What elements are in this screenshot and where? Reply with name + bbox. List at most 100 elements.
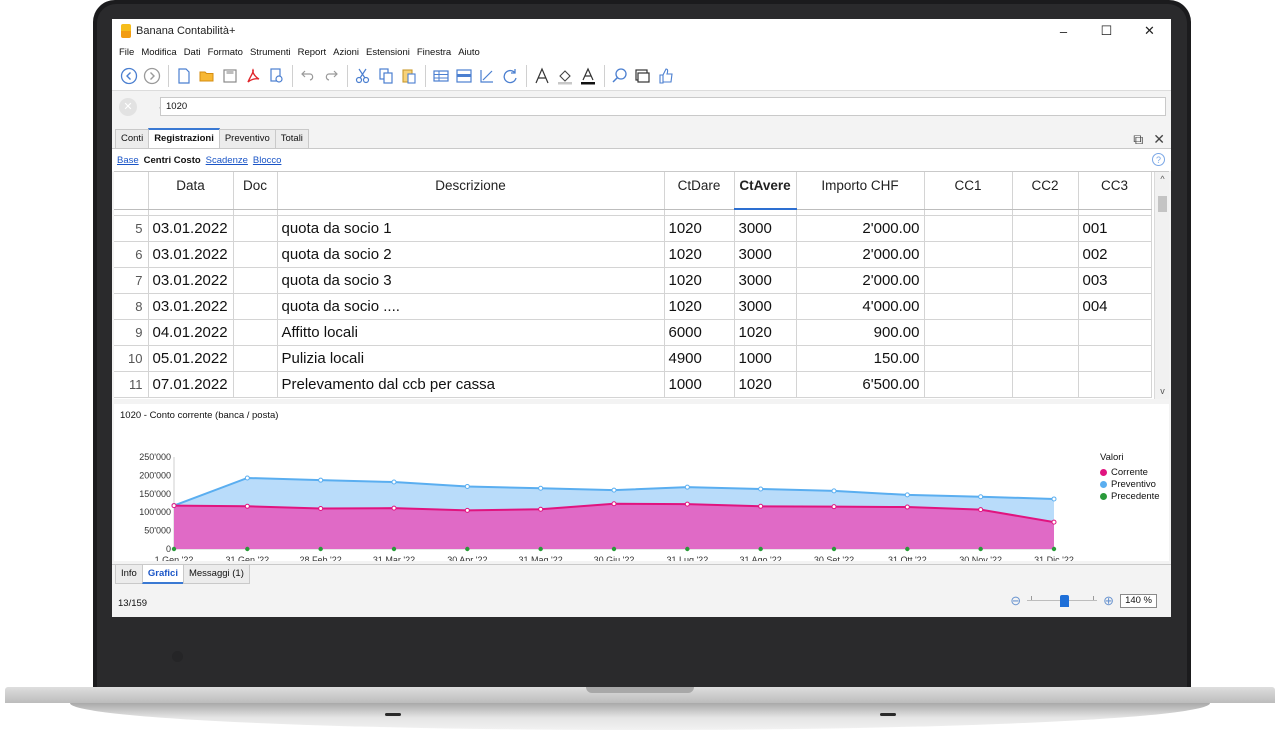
undo-icon[interactable]	[297, 65, 319, 87]
minimize-button[interactable]: –	[1042, 19, 1085, 43]
cell-ctavere[interactable]: 1020	[734, 371, 797, 398]
pdf-icon[interactable]	[242, 65, 264, 87]
cell-data[interactable]: 05.01.2022	[148, 345, 234, 372]
cell-cc3[interactable]: 004	[1078, 293, 1152, 320]
col-ctdare[interactable]: CtDare	[664, 172, 735, 210]
undock-icon[interactable]: ⧉	[1133, 131, 1143, 148]
cell-cc3[interactable]	[1078, 371, 1152, 398]
close-tab-icon[interactable]: ✕	[1153, 131, 1165, 148]
cell-cc1[interactable]	[924, 345, 1013, 372]
view-blocco[interactable]: Blocco	[253, 155, 282, 166]
cell-doc[interactable]	[233, 215, 278, 242]
text-color-icon[interactable]	[577, 65, 599, 87]
cell-cc1[interactable]	[924, 319, 1013, 346]
menu-modifica[interactable]: Modifica	[141, 47, 176, 58]
cell-cc2[interactable]	[1012, 267, 1079, 294]
cell-descrizione[interactable]: quota da socio 2	[277, 241, 665, 268]
cell-cc2[interactable]	[1012, 215, 1079, 242]
cell-cc1[interactable]	[924, 241, 1013, 268]
tab-info[interactable]: Info	[115, 565, 143, 584]
new-file-icon[interactable]	[173, 65, 195, 87]
cell-cc1[interactable]	[924, 371, 1013, 398]
cell-data[interactable]: 03.01.2022	[148, 215, 234, 242]
redo-icon[interactable]	[320, 65, 342, 87]
cell-importo[interactable]: 4'000.00	[796, 293, 925, 320]
save-icon[interactable]	[219, 65, 241, 87]
cell-cc1[interactable]	[924, 215, 1013, 242]
cell-ctdare[interactable]: 1020	[664, 293, 735, 320]
edit-chart-icon[interactable]	[476, 65, 498, 87]
cell-cc2[interactable]	[1012, 293, 1079, 320]
tab-preventivo[interactable]: Preventivo	[218, 129, 276, 148]
zoom-in-icon[interactable]: ⊕	[1103, 593, 1114, 609]
cell-ctavere[interactable]: 3000	[734, 241, 797, 268]
cell-descrizione[interactable]: quota da socio 1	[277, 215, 665, 242]
col-row-number[interactable]	[114, 172, 149, 210]
cell-cc3[interactable]	[1078, 319, 1152, 346]
menu-finestra[interactable]: Finestra	[417, 47, 451, 58]
zoom-slider[interactable]	[1027, 594, 1098, 608]
view-centri-costo[interactable]: Centri Costo	[144, 155, 201, 166]
col-cc1[interactable]: CC1	[924, 172, 1013, 210]
cell-cc3[interactable]: 003	[1078, 267, 1152, 294]
table-row[interactable]: 11 07.01.2022 Prelevamento dal ccb per cas…	[114, 371, 1152, 398]
open-folder-icon[interactable]	[196, 65, 218, 87]
add-row-icon[interactable]	[430, 65, 452, 87]
tab-registrazioni[interactable]: Registrazioni	[148, 128, 220, 148]
cell-cc3[interactable]: 002	[1078, 241, 1152, 268]
cell-descrizione[interactable]: Affitto locali	[277, 319, 665, 346]
cell-doc[interactable]	[233, 319, 278, 346]
cell-data[interactable]: 03.01.2022	[148, 267, 234, 294]
menu-dati[interactable]: Dati	[184, 47, 201, 58]
cell-cc1[interactable]	[924, 293, 1013, 320]
menu-estensioni[interactable]: Estensioni	[366, 47, 410, 58]
cell-cc2[interactable]	[1012, 371, 1079, 398]
col-cc3[interactable]: CC3	[1078, 172, 1152, 210]
col-ctavere[interactable]: CtAvere	[734, 172, 797, 210]
menu-strumenti[interactable]: Strumenti	[250, 47, 291, 58]
fill-color-icon[interactable]	[554, 65, 576, 87]
col-cc2[interactable]: CC2	[1012, 172, 1079, 210]
search-icon[interactable]	[609, 65, 631, 87]
like-icon[interactable]	[655, 65, 677, 87]
menu-formato[interactable]: Formato	[208, 47, 243, 58]
copy-icon[interactable]	[375, 65, 397, 87]
cell-ctdare[interactable]: 1020	[664, 267, 735, 294]
tab-messaggi[interactable]: Messaggi (1)	[182, 565, 250, 584]
col-importo[interactable]: Importo CHF	[796, 172, 925, 210]
cell-ctdare[interactable]: 1020	[664, 215, 735, 242]
tab-totali[interactable]: Totali	[274, 129, 309, 148]
table-row[interactable]: 7 03.01.2022 quota da socio 3 1020 3000 2'000…	[114, 267, 1152, 294]
table-row[interactable]: 5 03.01.2022 quota da socio 1 1020 3000 2'000…	[114, 215, 1152, 242]
cell-ctavere[interactable]: 1000	[734, 345, 797, 372]
cell-importo[interactable]: 6'500.00	[796, 371, 925, 398]
cell-ctavere[interactable]: 3000	[734, 293, 797, 320]
cell-ctavere[interactable]: 1020	[734, 319, 797, 346]
cell-data[interactable]: 04.01.2022	[148, 319, 234, 346]
zoom-slider-handle[interactable]	[1060, 595, 1070, 607]
cell-ctdare[interactable]: 6000	[664, 319, 735, 346]
paste-icon[interactable]	[398, 65, 420, 87]
cell-ctdare[interactable]: 4900	[664, 345, 735, 372]
cell-descrizione[interactable]: Prelevamento dal ccb per cassa	[277, 371, 665, 398]
cell-cc2[interactable]	[1012, 319, 1079, 346]
maximize-button[interactable]: ☐	[1085, 19, 1128, 43]
view-dropdown-icon[interactable]	[632, 65, 654, 87]
table-row[interactable]: 10 05.01.2022 Pulizia locali 4900 1000 150.00	[114, 345, 1152, 372]
cell-importo[interactable]: 2'000.00	[796, 267, 925, 294]
cell-doc[interactable]	[233, 371, 278, 398]
cell-doc[interactable]	[233, 267, 278, 294]
view-base[interactable]: Base	[117, 155, 139, 166]
font-icon[interactable]	[531, 65, 553, 87]
zoom-level[interactable]: 140 %	[1120, 594, 1157, 608]
menu-file[interactable]: File	[119, 47, 134, 58]
cell-doc[interactable]	[233, 293, 278, 320]
cell-cc1[interactable]	[924, 267, 1013, 294]
cell-importo[interactable]: 900.00	[796, 319, 925, 346]
vertical-scrollbar[interactable]: ^ v	[1154, 172, 1169, 399]
cell-data[interactable]: 07.01.2022	[148, 371, 234, 398]
menu-azioni[interactable]: Azioni	[333, 47, 359, 58]
cell-edit-field[interactable]: 1020	[160, 97, 1166, 116]
help-icon[interactable]: ?	[1152, 153, 1165, 166]
table-row[interactable]: 6 03.01.2022 quota da socio 2 1020 3000 2'000…	[114, 241, 1152, 268]
